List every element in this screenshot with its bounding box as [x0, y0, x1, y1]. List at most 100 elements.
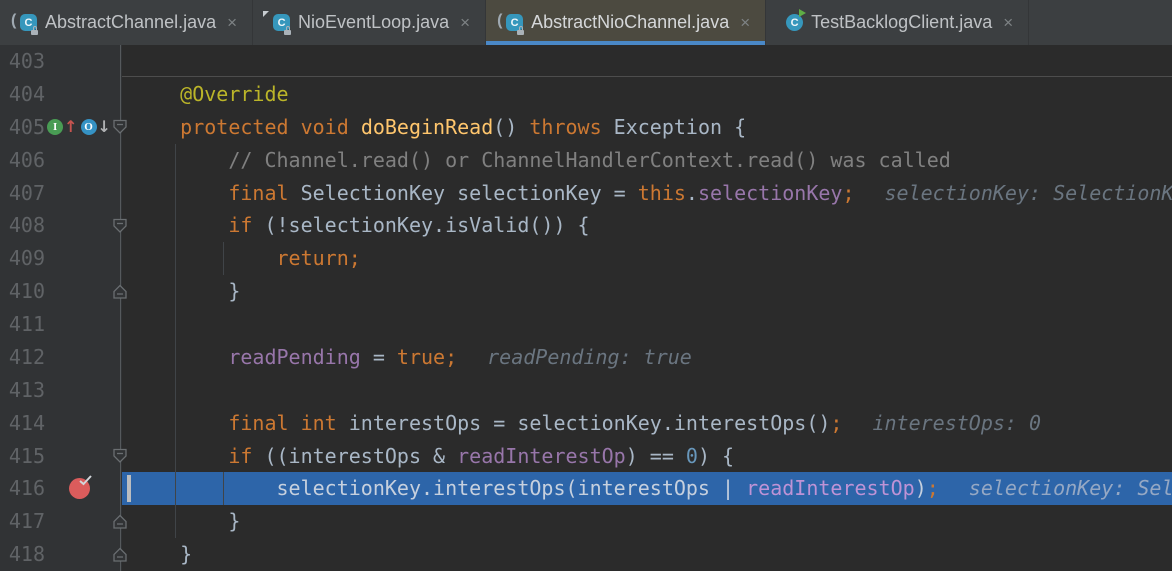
code-token: final	[228, 411, 288, 435]
gutter-icon-area	[48, 505, 110, 538]
line-number[interactable]: 408	[0, 209, 48, 242]
line-number[interactable]: 416	[0, 472, 48, 505]
code-token	[132, 82, 180, 106]
lock-badge-icon	[31, 26, 39, 35]
gutter-icon-area	[48, 275, 110, 308]
code-token: ;	[842, 181, 854, 205]
code-token: .	[686, 181, 698, 205]
tab-close-icon[interactable]: ×	[738, 12, 752, 33]
gutter-icon-area	[48, 308, 110, 341]
line-number[interactable]: 406	[0, 144, 48, 177]
code-token	[132, 444, 228, 468]
code-token	[132, 411, 228, 435]
gutter-icon-area	[48, 374, 110, 407]
line-number[interactable]: 405	[0, 111, 48, 144]
editor-tab-bar: (CAbstractChannel.java× C NioEventLoop.jav…	[0, 0, 1172, 45]
code-token	[132, 181, 228, 205]
code-text[interactable]	[122, 374, 1172, 407]
code-token: ) ==	[626, 444, 686, 468]
fold-marker-end[interactable]	[110, 538, 122, 571]
code-text[interactable]: if (!selectionKey.isValid()) {	[122, 209, 1172, 242]
fold-marker-end[interactable]	[110, 275, 122, 308]
gutter-icon-area	[48, 472, 110, 505]
fold-marker-start[interactable]	[110, 111, 122, 144]
code-token: (!selectionKey.isValid()) {	[252, 213, 589, 237]
code-token	[289, 411, 301, 435]
code-token: SelectionKey selectionKey =	[289, 181, 638, 205]
code-text[interactable]: final SelectionKey selectionKey = this.s…	[122, 177, 1172, 210]
tab-NioEventLoop.java[interactable]: C NioEventLoop.java ×	[253, 0, 486, 45]
line-number[interactable]: 404	[0, 78, 48, 111]
code-token: ) {	[698, 444, 734, 468]
code-token: doBeginRead	[361, 115, 493, 139]
gutter-icon-area	[48, 242, 110, 275]
code-token: ;	[445, 345, 457, 369]
line-number[interactable]: 415	[0, 440, 48, 473]
line-number[interactable]: 417	[0, 505, 48, 538]
code-token: if	[228, 444, 252, 468]
line-number[interactable]: 407	[0, 177, 48, 210]
code-text[interactable]: return;	[122, 242, 1172, 275]
tab-close-icon[interactable]: ×	[458, 12, 472, 33]
code-text[interactable]: @Override	[122, 78, 1172, 111]
fold-area	[110, 407, 122, 440]
line-number[interactable]: 413	[0, 374, 48, 407]
code-token	[132, 246, 277, 270]
gutter-icon-area	[48, 144, 110, 177]
gutter-icon-area	[48, 78, 110, 111]
ide-window: (CAbstractChannel.java× C NioEventLoop.jav…	[0, 0, 1172, 571]
code-text[interactable]: protected void doBeginRead() throws Exce…	[122, 111, 1172, 144]
tab-label: NioEventLoop.java	[298, 12, 449, 33]
lock-badge-icon	[284, 26, 292, 35]
code-text[interactable]: }	[122, 538, 1172, 571]
code-text[interactable]: }	[122, 505, 1172, 538]
fold-marker-start[interactable]	[110, 209, 122, 242]
code-token: selectionKey	[698, 181, 843, 205]
method-separator	[122, 76, 1172, 77]
code-text[interactable]	[122, 308, 1172, 341]
code-line-418: 418 }	[0, 538, 1172, 571]
breakpoint-verified-icon[interactable]	[69, 478, 90, 499]
line-number[interactable]: 403	[0, 45, 48, 78]
tab-close-icon[interactable]: ×	[1001, 12, 1015, 33]
code-text[interactable]	[122, 45, 1172, 78]
class-lock-modified-icon: C	[266, 13, 290, 33]
code-token	[132, 476, 277, 500]
code-token: Exception {	[602, 115, 747, 139]
line-number[interactable]: 409	[0, 242, 48, 275]
line-number[interactable]: 412	[0, 341, 48, 374]
code-text[interactable]: selectionKey.interestOps(interestOps | r…	[122, 472, 1172, 505]
line-number[interactable]: 414	[0, 407, 48, 440]
code-text[interactable]: readPending = true;readPending: true	[122, 341, 1172, 374]
code-token: ;	[830, 411, 842, 435]
tab-TestBacklogClient.java[interactable]: CTestBacklogClient.java×	[766, 0, 1029, 45]
code-token: }	[132, 509, 240, 533]
fold-area	[110, 472, 122, 505]
fold-area	[110, 374, 122, 407]
code-token: ((interestOps &	[252, 444, 457, 468]
tab-close-icon[interactable]: ×	[225, 12, 239, 33]
tab-label: TestBacklogClient.java	[811, 12, 992, 33]
code-token: @Override	[180, 82, 288, 106]
tab-label: AbstractNioChannel.java	[531, 12, 729, 33]
code-editor[interactable]: 403404 @Override 405I↑O↓ protected void d…	[0, 45, 1172, 571]
code-text[interactable]: }	[122, 275, 1172, 308]
line-number[interactable]: 411	[0, 308, 48, 341]
tab-AbstractNioChannel.java[interactable]: (CAbstractNioChannel.java×	[486, 0, 766, 45]
code-text[interactable]: // Channel.read() or ChannelHandlerConte…	[122, 144, 1172, 177]
tab-AbstractChannel.java[interactable]: (CAbstractChannel.java×	[0, 0, 253, 45]
line-number[interactable]: 418	[0, 538, 48, 571]
abstract-class-lock-icon: (C	[13, 13, 37, 33]
gutter-icon-area	[48, 538, 110, 571]
line-number[interactable]: 410	[0, 275, 48, 308]
code-token: }	[132, 279, 240, 303]
code-line-403: 403	[0, 45, 1172, 78]
code-text[interactable]: final int interestOps = selectionKey.int…	[122, 407, 1172, 440]
fold-marker-end[interactable]	[110, 505, 122, 538]
code-text[interactable]: if ((interestOps & readInterestOp) == 0)…	[122, 440, 1172, 473]
gutter-icon-area	[48, 209, 110, 242]
code-token: readPending	[228, 345, 360, 369]
overridden-marker-icon[interactable]: O↓	[81, 119, 111, 135]
fold-marker-start[interactable]	[110, 440, 122, 473]
implements-marker-icon[interactable]: I↑	[47, 119, 77, 135]
